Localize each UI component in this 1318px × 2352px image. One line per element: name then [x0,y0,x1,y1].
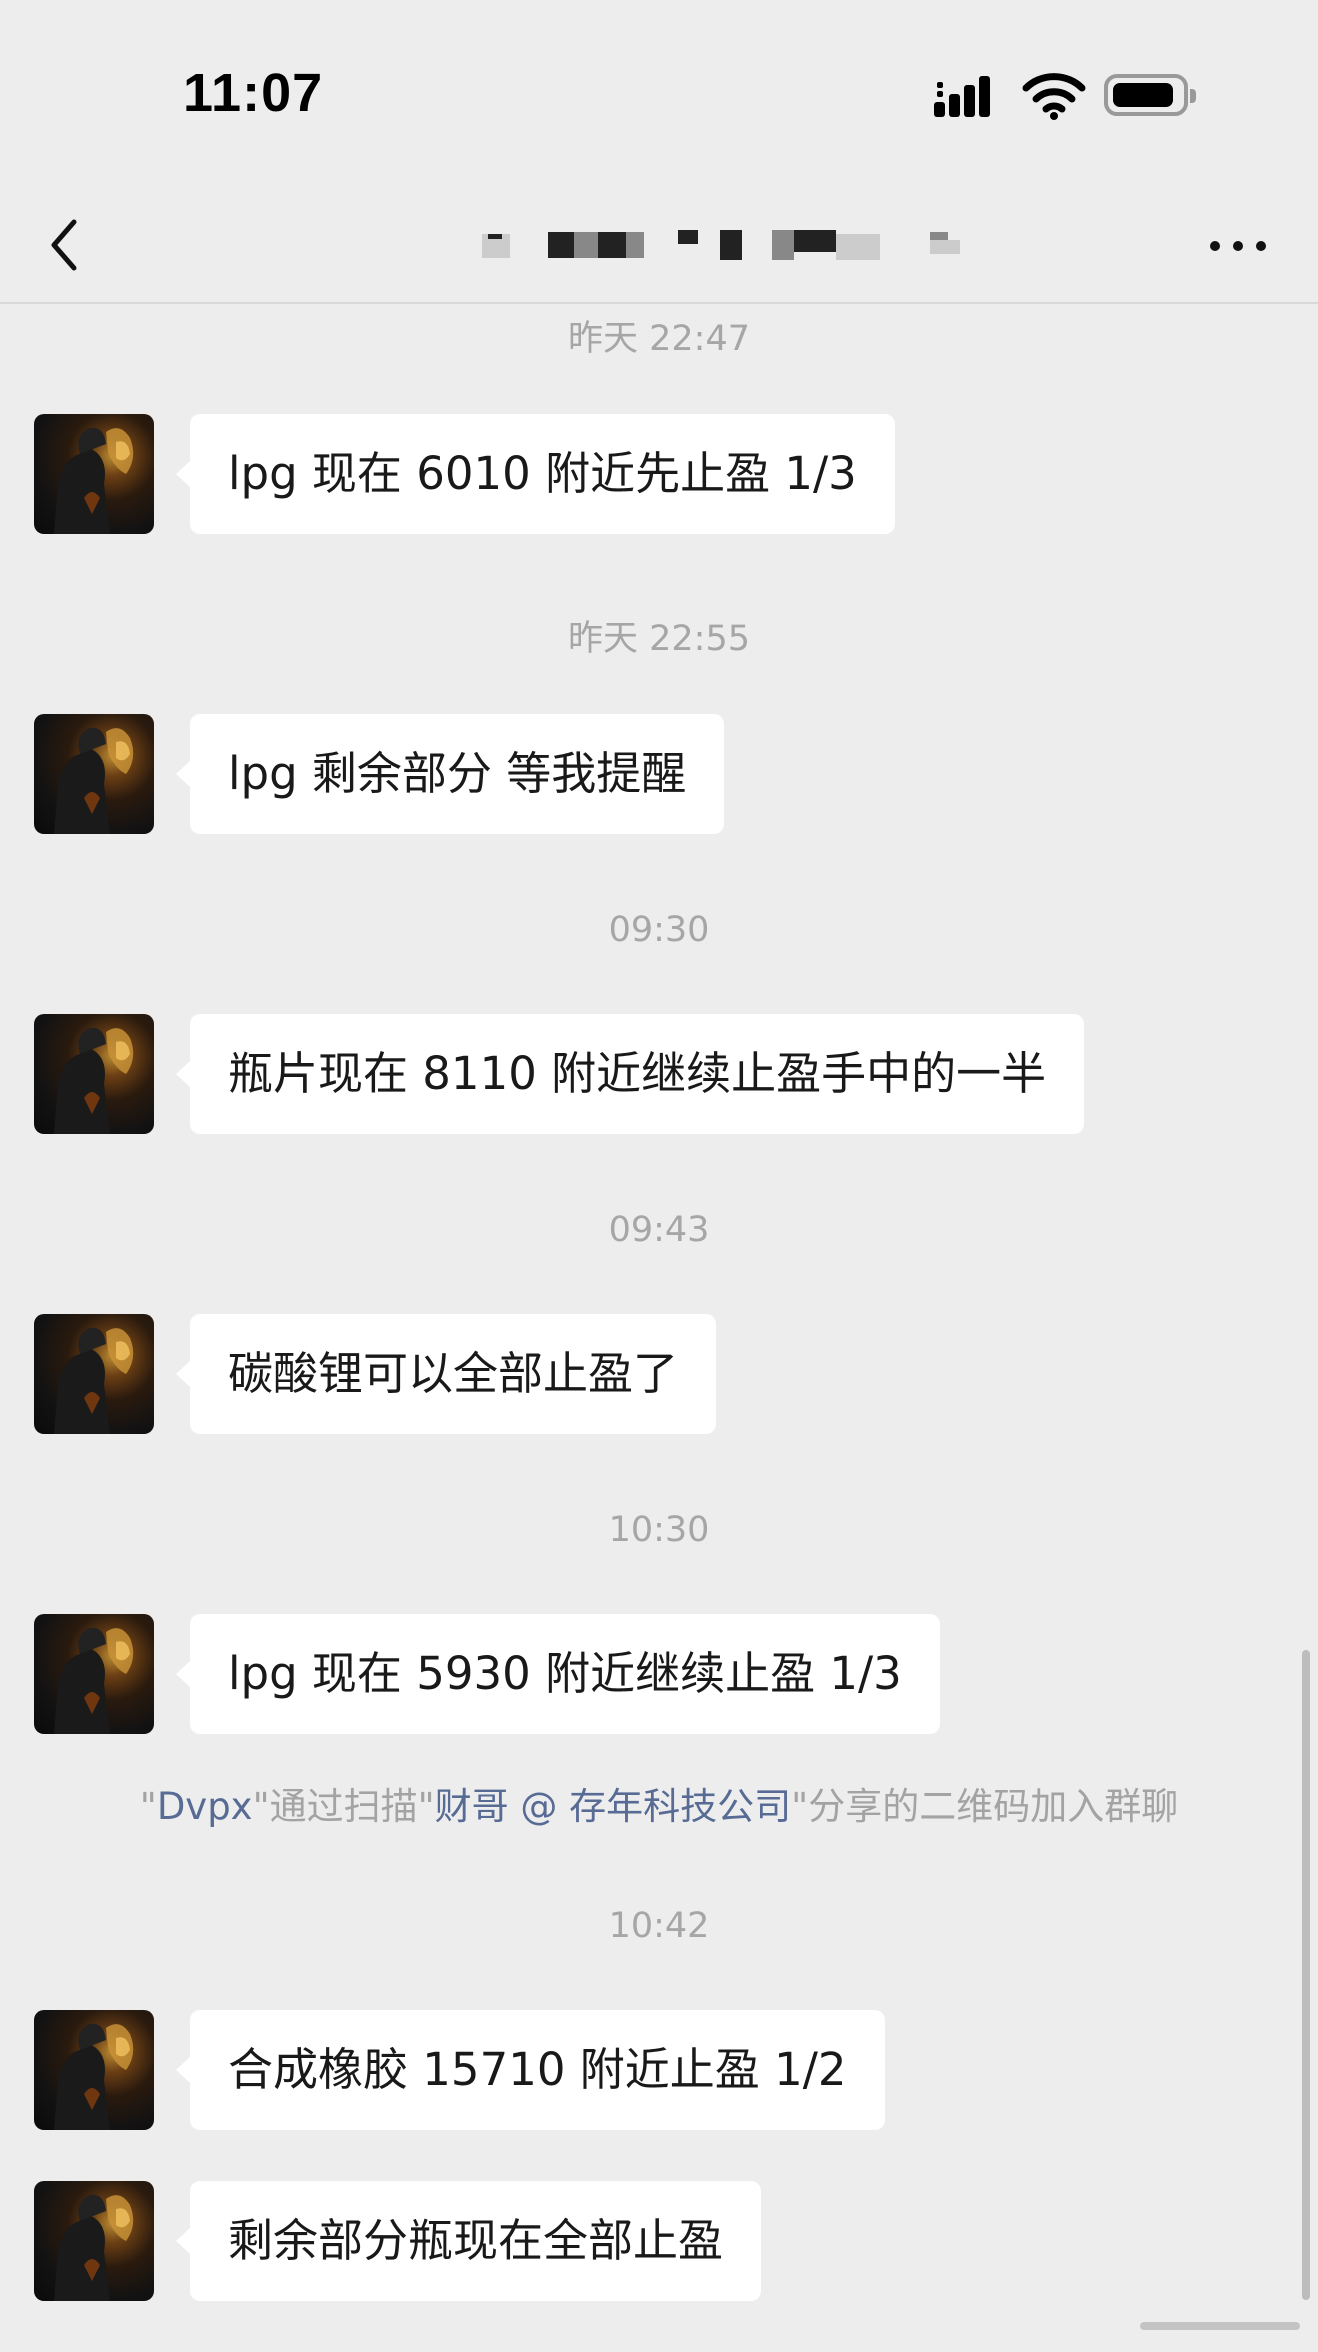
message-bubble[interactable]: lpg 剩余部分 等我提醒 [175,714,725,834]
blur-block [772,230,794,260]
sender-avatar[interactable] [34,714,154,834]
sender-avatar[interactable] [34,1014,154,1134]
battery-icon [1104,74,1196,116]
message-bubble[interactable]: 剩余部分瓶现在全部止盈 [175,2181,762,2301]
status-time: 11:07 [183,63,324,123]
sender-avatar[interactable] [34,2181,154,2301]
message-bubble[interactable]: lpg 现在 5930 附近继续止盈 1/3 [176,1614,940,1734]
scrollbar[interactable] [1302,1650,1310,2300]
message-bubble[interactable]: 合成橡胶 15710 附近止盈 1/2 [176,2010,885,2130]
cellular-signal-icon [934,76,990,117]
avatar-image [54,1327,134,1434]
blur-block [836,234,880,260]
message-bubble[interactable]: 瓶片现在 8110 附近继续止盈手中的一半 [175,1014,1085,1134]
system-join-notice: "Dvpx"通过扫描"财哥 @ 存年科技公司"分享的二维码加入群聊 [0,1776,1318,1830]
message-timestamp: 昨天 22:55 [568,619,750,659]
avatar-image [54,727,134,834]
message-timestamp: 昨天 22:47 [568,319,750,359]
user-link[interactable]: Dvpx [157,1785,253,1828]
sender-avatar[interactable] [34,1614,154,1734]
more-dots-icon[interactable] [1205,226,1271,266]
chat-title [470,210,970,280]
sender-avatar[interactable] [34,2010,154,2130]
notice-text-end: "分享的二维码加入群聊 [791,1785,1179,1828]
chevron-left-icon[interactable] [40,210,90,280]
sender-avatar[interactable] [34,414,154,534]
inviter-link[interactable]: 财哥 @ 存年科技公司 [435,1785,792,1828]
avatar-image [54,2194,134,2301]
message-timestamp: 09:30 [608,910,710,950]
sender-avatar[interactable] [34,1314,154,1434]
avatar-image [54,2023,134,2130]
message-timestamp: 09:43 [608,1210,710,1250]
avatar-image [54,427,134,534]
blur-block [574,232,598,258]
message-bubble[interactable]: lpg 现在 6010 附近先止盈 1/3 [176,414,895,534]
blur-block [488,234,502,239]
blur-block [548,232,574,258]
blur-block [930,232,948,240]
blur-block [930,240,960,254]
message-bubble[interactable]: 碳酸锂可以全部止盈了 [175,1314,717,1434]
message-timestamp: 10:42 [608,1906,710,1946]
avatar-image [54,1627,134,1734]
wifi-icon [1022,73,1086,120]
message-timestamp: 10:30 [608,1510,710,1550]
avatar-image [54,1027,134,1134]
blur-block [678,230,698,244]
notice-text: "通过扫描" [252,1785,435,1828]
nav-bar [0,190,1318,304]
home-indicator [1140,2322,1300,2330]
quote-mark: " [139,1785,157,1828]
status-bar: 11:07 [0,0,1318,190]
blur-block [720,230,742,260]
blur-block [794,230,836,252]
blur-block [598,232,626,258]
blur-block [626,232,644,258]
